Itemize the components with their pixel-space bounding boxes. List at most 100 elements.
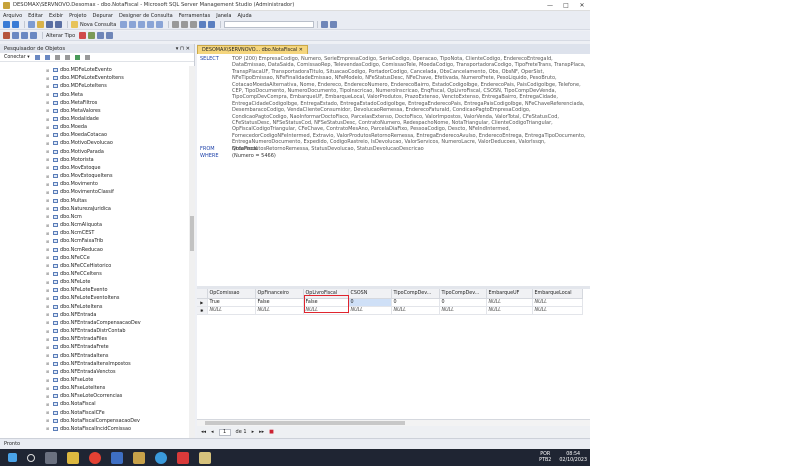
tree-item-table[interactable]: ⊞ dbo.NFeCCe xyxy=(0,254,190,262)
tree-item-table[interactable]: ⊞ dbo.MotivoDevolucao xyxy=(0,139,190,147)
column-header-opcomissao[interactable]: OpComissao xyxy=(207,289,256,299)
activity-monitor-icon[interactable] xyxy=(84,54,90,60)
expand-icon[interactable]: ⊞ xyxy=(46,288,50,293)
tree-item-table[interactable]: ⊞ dbo.MDFeLoteEvento xyxy=(0,66,190,74)
current-record-input[interactable]: 1 xyxy=(218,428,231,436)
tree-item-table[interactable]: ⊞ dbo.NFEntradaItens xyxy=(0,351,190,359)
expand-icon[interactable]: ⊞ xyxy=(46,125,50,130)
cell-embarqueuf[interactable]: NULL xyxy=(486,306,533,315)
tree-item-table[interactable]: ⊞ dbo.NcmCEST xyxy=(0,229,190,237)
tree-item-table[interactable]: ⊞ dbo.MovimentoClassif xyxy=(0,188,190,196)
cell-embarquelocal[interactable]: NULL xyxy=(532,298,583,307)
column-header-oplivrofiscal[interactable]: OpLivroFiscal xyxy=(303,289,349,299)
expand-icon[interactable]: ⊞ xyxy=(46,378,50,383)
expand-icon[interactable]: ⊞ xyxy=(46,402,50,407)
cell-tipocompdev-compra[interactable]: NULL xyxy=(439,306,487,315)
next-record-button[interactable]: ▸ xyxy=(252,429,255,435)
tree-item-table[interactable]: ⊞ dbo.NotaFiscalCFe xyxy=(0,409,190,417)
tree-item-table[interactable]: ⊞ dbo.NFEntradaCompensacaoDev xyxy=(0,319,190,327)
tree-item-table[interactable]: ⊞ dbo.NotaFiscal xyxy=(0,400,190,408)
change-type-button[interactable]: Alterar Tipo xyxy=(46,33,75,39)
cell-opfinanceiro[interactable]: NULL xyxy=(255,306,304,315)
tree-item-table[interactable]: ⊞ dbo.MetaValores xyxy=(0,107,190,115)
back-icon[interactable] xyxy=(3,21,10,28)
windows-start-icon[interactable] xyxy=(8,453,17,462)
tree-item-table[interactable]: ⊞ dbo.NcmFaixaTrib xyxy=(0,237,190,245)
show-sql-icon[interactable] xyxy=(21,32,28,39)
copy-icon[interactable] xyxy=(181,21,189,28)
ssms-taskbar-icon[interactable] xyxy=(199,451,211,464)
expand-icon[interactable]: ⊞ xyxy=(46,247,50,252)
tree-item-table[interactable]: ⊞ dbo.NFseLoteOcorrencias xyxy=(0,392,190,400)
toolbox-icon[interactable] xyxy=(330,21,338,28)
results-horizontal-scrollbar[interactable] xyxy=(197,420,590,426)
new-query-icon[interactable] xyxy=(71,21,78,28)
query-db-icon[interactable] xyxy=(120,21,128,28)
row-selector[interactable]: ▶ xyxy=(197,298,208,307)
tree-item-table[interactable]: ⊞ dbo.NFeLoteEvento xyxy=(0,286,190,294)
minimize-button[interactable]: — xyxy=(542,0,558,11)
tree-item-table[interactable]: ⊞ dbo.NFeLote xyxy=(0,278,190,286)
expand-icon[interactable]: ⊞ xyxy=(46,141,50,146)
expand-icon[interactable]: ⊞ xyxy=(46,361,50,366)
tree-item-table[interactable]: ⊞ dbo.NotaFiscalIncidComissao xyxy=(0,425,190,433)
expand-icon[interactable]: ⊞ xyxy=(46,239,50,244)
app-folder-icon[interactable] xyxy=(133,451,145,464)
first-record-button[interactable]: ◂◂ xyxy=(201,429,206,435)
tree-item-table[interactable]: ⊞ dbo.Movimento xyxy=(0,180,190,188)
undo-icon[interactable] xyxy=(199,21,207,28)
expand-icon[interactable]: ⊞ xyxy=(46,76,50,81)
expand-icon[interactable]: ⊞ xyxy=(46,312,50,317)
menu-editar[interactable]: Editar xyxy=(28,13,43,19)
query-dmx-icon[interactable] xyxy=(138,21,146,28)
show-diagram-icon[interactable] xyxy=(3,32,10,39)
tree-item-table[interactable]: ⊞ dbo.MotivoParada xyxy=(0,148,190,156)
expand-icon[interactable]: ⊞ xyxy=(46,92,50,97)
tree-item-table[interactable]: ⊞ dbo.NFeLoteEventoItens xyxy=(0,294,190,302)
language-indicator[interactable]: POR PTB2 xyxy=(539,452,551,463)
column-header-tipocompdev-compra[interactable]: TipoCompDev... xyxy=(439,289,487,299)
tree-item-table[interactable]: ⊞ dbo.NFEntrada xyxy=(0,311,190,319)
expand-icon[interactable]: ⊞ xyxy=(46,157,50,162)
expand-icon[interactable]: ⊞ xyxy=(46,117,50,122)
cell-embarquelocal[interactable]: NULL xyxy=(532,306,583,315)
menu-janela[interactable]: Janela xyxy=(216,13,231,19)
tree-item-table[interactable]: ⊞ dbo.Meta xyxy=(0,90,190,98)
tree-item-table[interactable]: ⊞ dbo.NFEntradaFiles xyxy=(0,335,190,343)
tree-item-table[interactable]: ⊞ dbo.NFEntradaVenctos xyxy=(0,368,190,376)
tree-item-table[interactable]: ⊞ dbo.NaturezaJuridica xyxy=(0,205,190,213)
verify-sql-icon[interactable] xyxy=(88,32,96,39)
add-table-icon[interactable] xyxy=(106,32,114,39)
stop-icon[interactable] xyxy=(54,54,60,60)
outlook-icon[interactable] xyxy=(111,451,123,464)
expand-icon[interactable]: ⊞ xyxy=(46,418,50,423)
tree-item-table[interactable]: ⊞ dbo.MoedaCotacao xyxy=(0,131,190,139)
cell-embarqueuf[interactable]: NULL xyxy=(486,298,533,307)
expand-icon[interactable]: ⊞ xyxy=(46,190,50,195)
tree-item-table[interactable]: ⊞ dbo.Multas xyxy=(0,197,190,205)
save-icon[interactable] xyxy=(46,21,53,28)
cell-opcomissao[interactable]: NULL xyxy=(207,306,256,315)
cell-tipocompdev-venda[interactable]: NULL xyxy=(391,306,440,315)
expand-icon[interactable]: ⊞ xyxy=(46,206,50,211)
tab-dbo-notafiscal[interactable]: DESOMAX\SERVNOVO... dbo.NotaFiscal ✕ xyxy=(197,45,308,54)
tree-item-table[interactable]: ⊞ dbo.Modalidade xyxy=(0,115,190,123)
save-all-icon[interactable] xyxy=(55,21,62,28)
close-button[interactable]: ✕ xyxy=(574,0,590,11)
redo-icon[interactable] xyxy=(208,21,216,28)
expand-icon[interactable]: ⊞ xyxy=(46,271,50,276)
expand-icon[interactable]: ⊞ xyxy=(46,337,50,342)
column-header-tipocompdev-venda[interactable]: TipoCompDev... xyxy=(391,289,440,299)
tree-scrollbar[interactable] xyxy=(189,66,195,438)
expand-icon[interactable]: ⊞ xyxy=(46,149,50,154)
sql-pane[interactable]: SELECT TOP (200) EmpresaCodigo, Numero, … xyxy=(197,56,590,286)
expand-icon[interactable]: ⊞ xyxy=(46,100,50,105)
expand-icon[interactable]: ⊞ xyxy=(46,296,50,301)
tree-item-table[interactable]: ⊞ dbo.NFseLoteItens xyxy=(0,384,190,392)
expand-icon[interactable]: ⊞ xyxy=(46,108,50,113)
expand-icon[interactable]: ⊞ xyxy=(46,353,50,358)
expand-icon[interactable]: ⊞ xyxy=(46,394,50,399)
column-header-embarqueuf[interactable]: EmbarqueUF xyxy=(486,289,533,299)
expand-icon[interactable]: ⊞ xyxy=(46,369,50,374)
cell-oplivrofiscal[interactable]: NULL xyxy=(303,306,349,315)
